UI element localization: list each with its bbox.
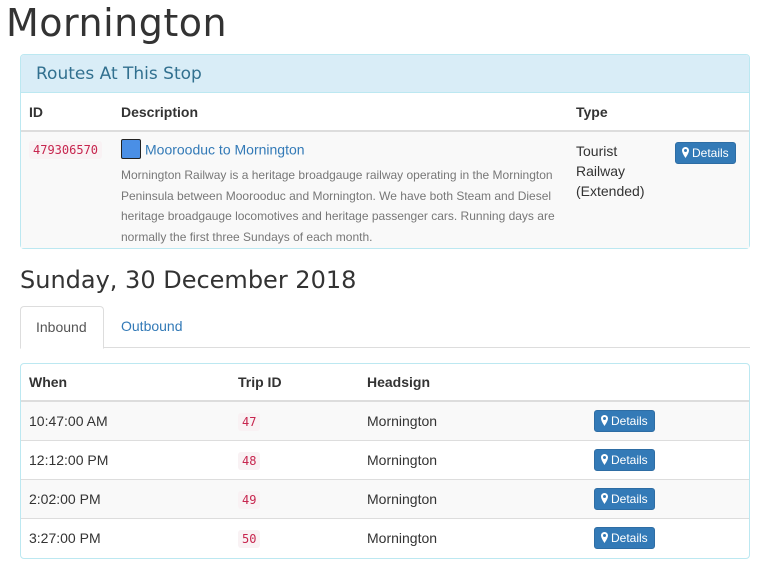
- trip-id: 49: [238, 490, 261, 509]
- trip-details-button[interactable]: Details: [594, 487, 655, 510]
- route-type-line: Railway: [576, 163, 626, 179]
- trips-table: When Trip ID Headsign 10:47:00 AM 47 Mor…: [21, 364, 749, 557]
- route-name-link[interactable]: Moorooduc to Mornington: [145, 142, 305, 158]
- details-label: Details: [611, 413, 648, 428]
- route-row: 479306570 Moorooduc to Mornington Mornin…: [21, 131, 749, 248]
- trip-id-cell: 50: [230, 517, 359, 557]
- trip-id-cell: 49: [230, 478, 359, 518]
- trip-when: 12:12:00 PM: [21, 439, 230, 479]
- column-header-type: Type: [568, 93, 675, 132]
- trips-panel: When Trip ID Headsign 10:47:00 AM 47 Mor…: [20, 363, 750, 559]
- map-marker-icon: [601, 531, 608, 543]
- route-color-swatch: [121, 139, 141, 159]
- route-description: Mornington Railway is a heritage broadga…: [121, 168, 555, 244]
- route-type-cell: Tourist Railway (Extended): [568, 131, 675, 248]
- map-marker-icon: [601, 453, 608, 465]
- trip-actions-cell: Details: [586, 400, 749, 440]
- route-description-cell: Moorooduc to Mornington Mornington Railw…: [113, 131, 568, 248]
- trip-id: 48: [238, 451, 261, 470]
- trip-row: 2:02:00 PM 49 Mornington Details: [21, 478, 749, 518]
- details-label: Details: [611, 491, 648, 506]
- routes-panel-heading: Routes At This Stop: [21, 55, 749, 93]
- route-details-button[interactable]: Details: [675, 142, 736, 164]
- trip-row: 3:27:00 PM 50 Mornington Details: [21, 517, 749, 557]
- column-header-trip-actions: [586, 364, 749, 402]
- routes-table-header: ID Description Type: [21, 93, 749, 132]
- page-title: Mornington: [6, 1, 228, 45]
- route-type-line: Tourist: [576, 143, 618, 159]
- trip-actions-cell: Details: [586, 478, 749, 518]
- routes-table: ID Description Type 479306570 Moorooduc …: [21, 93, 749, 248]
- trip-details-button[interactable]: Details: [594, 448, 655, 471]
- trip-details-button[interactable]: Details: [594, 409, 655, 432]
- trip-id: 47: [238, 412, 261, 431]
- route-type: Tourist Railway (Extended): [576, 141, 667, 201]
- trip-headsign: Mornington: [359, 517, 586, 557]
- details-label: Details: [611, 530, 648, 545]
- trip-row: 10:47:00 AM 47 Mornington Details: [21, 400, 749, 440]
- tab-outbound[interactable]: Outbound: [106, 306, 198, 348]
- column-header-id: ID: [21, 93, 113, 132]
- trip-actions-cell: Details: [586, 439, 749, 479]
- direction-tabs: Inbound Outbound: [20, 306, 750, 349]
- column-header-description: Description: [113, 93, 568, 132]
- tab-inbound[interactable]: Inbound: [20, 306, 104, 349]
- map-marker-icon: [601, 492, 608, 504]
- route-type-line: (Extended): [576, 183, 645, 199]
- trip-actions-cell: Details: [586, 517, 749, 557]
- column-header-actions: [675, 93, 749, 132]
- trip-headsign: Mornington: [359, 439, 586, 479]
- trip-when: 2:02:00 PM: [21, 478, 230, 518]
- date-heading: Sunday, 30 December 2018: [20, 266, 357, 294]
- route-id-cell: 479306570: [21, 131, 113, 248]
- details-label: Details: [611, 452, 648, 467]
- routes-panel: Routes At This Stop ID Description Type …: [20, 54, 750, 249]
- column-header-trip-id: Trip ID: [230, 364, 359, 402]
- trip-id-cell: 48: [230, 439, 359, 479]
- trip-headsign: Mornington: [359, 478, 586, 518]
- trip-when: 3:27:00 PM: [21, 517, 230, 557]
- trip-id: 50: [238, 529, 261, 548]
- trip-id-cell: 47: [230, 400, 359, 440]
- route-id: 479306570: [29, 141, 103, 159]
- trip-headsign: Mornington: [359, 400, 586, 440]
- map-marker-icon: [682, 147, 689, 158]
- column-header-when: When: [21, 364, 230, 402]
- trip-when: 10:47:00 AM: [21, 400, 230, 440]
- map-marker-icon: [601, 414, 608, 426]
- route-actions-cell: Details: [675, 131, 749, 248]
- column-header-headsign: Headsign: [359, 364, 586, 402]
- details-label: Details: [692, 146, 729, 160]
- trip-row: 12:12:00 PM 48 Mornington Details: [21, 439, 749, 479]
- trip-details-button[interactable]: Details: [594, 526, 655, 549]
- trips-table-header: When Trip ID Headsign: [21, 364, 749, 402]
